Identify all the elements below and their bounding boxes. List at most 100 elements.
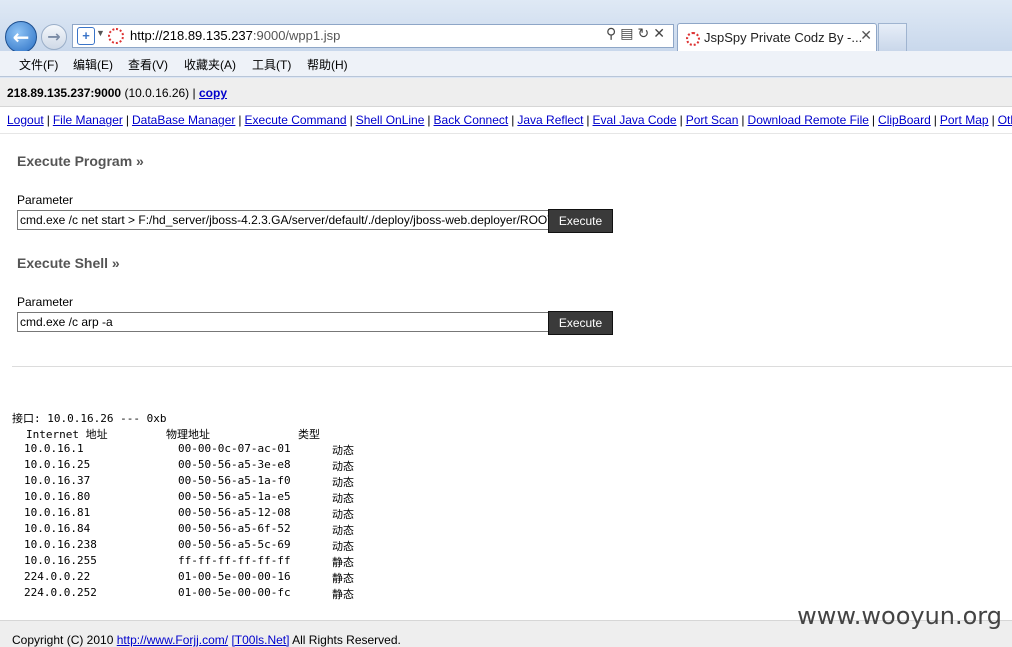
arp-ip: 224.0.0.252: [24, 586, 97, 599]
compat-icon[interactable]: ▤: [620, 26, 637, 42]
nav-links: Logout | File Manager | DataBase Manager | Exe…: [0, 107, 1012, 134]
arp-type: 动态: [332, 524, 354, 537]
nav-download-remote-file[interactable]: Download Remote File: [748, 113, 869, 127]
arp-mac: ff-ff-ff-ff-ff-ff: [178, 554, 291, 567]
nav-others[interactable]: Others: [998, 113, 1012, 127]
nav-database-manager[interactable]: DataBase Manager: [132, 113, 235, 127]
host-address: 218.89.135.237:9000: [7, 86, 122, 100]
nav-port-scan[interactable]: Port Scan: [686, 113, 739, 127]
execute-shell-button[interactable]: Execute: [548, 311, 613, 335]
loading-icon: [108, 28, 124, 44]
shell-parameter-label: Parameter: [17, 295, 74, 309]
arp-ip: 10.0.16.37: [24, 474, 91, 487]
execute-shell-title: Execute Shell »: [17, 255, 120, 271]
menu-edit[interactable]: 编辑(E): [73, 56, 113, 73]
footer-forjj-link[interactable]: http://www.Forjj.com/: [117, 633, 228, 647]
url-text[interactable]: http://218.89.135.237:9000/wpp1.jsp: [130, 28, 340, 43]
arp-mac: 00-00-0c-07-ac-01: [178, 442, 291, 455]
arp-type: 动态: [332, 444, 354, 457]
tab-title: JspSpy Private Codz By -...: [704, 30, 863, 45]
nav-clipboard[interactable]: ClipBoard: [878, 113, 931, 127]
arp-ip: 224.0.0.22: [24, 570, 91, 583]
shield-icon[interactable]: +: [77, 27, 95, 45]
execute-program-button[interactable]: Execute: [548, 209, 613, 233]
header-type: 类型: [298, 428, 320, 441]
arp-mac: 01-00-5e-00-00-fc: [178, 586, 291, 599]
nav-file-manager[interactable]: File Manager: [53, 113, 123, 127]
footer-t00ls-link[interactable]: [T00ls.Net]: [231, 633, 289, 647]
back-button[interactable]: ←: [5, 21, 37, 53]
arp-type: 动态: [332, 508, 354, 521]
arp-type: 静态: [332, 572, 354, 585]
nav-eval-java-code[interactable]: Eval Java Code: [593, 113, 677, 127]
menu-favorites[interactable]: 收藏夹(A): [184, 56, 236, 73]
refresh-icon[interactable]: ↻: [638, 26, 654, 42]
stop-icon[interactable]: ✕: [653, 26, 669, 42]
arp-ip: 10.0.16.255: [24, 554, 97, 567]
divider: [12, 366, 1012, 367]
program-parameter-input[interactable]: cmd.exe /c net start > F:/hd_server/jbos…: [17, 210, 549, 230]
host-bar: 218.89.135.237:9000 (10.0.16.26) | copy: [0, 78, 1012, 107]
nav-links-row: Logout | File Manager | DataBase Manager | Exe…: [7, 113, 1012, 127]
arp-mac: 01-00-5e-00-00-16: [178, 570, 291, 583]
arp-mac: 00-50-56-a5-3e-e8: [178, 458, 291, 471]
arp-type: 静态: [332, 556, 354, 569]
nav-logout[interactable]: Logout: [7, 113, 44, 127]
tab-loading-icon: [686, 32, 700, 46]
menu-file[interactable]: 文件(F): [19, 56, 58, 73]
footer-text: Copyright (C) 2010 http://www.Forjj.com/…: [12, 633, 401, 647]
footer-copyright: Copyright (C) 2010: [12, 633, 114, 647]
copy-link[interactable]: copy: [199, 86, 227, 100]
arp-type: 动态: [332, 492, 354, 505]
arp-ip: 10.0.16.238: [24, 538, 97, 551]
page-content: 218.89.135.237:9000 (10.0.16.26) | copy …: [0, 78, 1012, 647]
nav-port-map[interactable]: Port Map: [940, 113, 989, 127]
address-bar[interactable]: + ▼ http://218.89.135.237:9000/wpp1.jsp …: [72, 24, 674, 48]
browser-titlebar: ← → + ▼ http://218.89.135.237:9000/wpp1.…: [0, 0, 1012, 53]
nav-java-reflect[interactable]: Java Reflect: [517, 113, 583, 127]
menu-tools[interactable]: 工具(T): [252, 56, 291, 73]
host-info: 218.89.135.237:9000 (10.0.16.26) | copy: [7, 86, 227, 100]
arp-ip: 10.0.16.25: [24, 458, 91, 471]
new-tab-button[interactable]: [878, 23, 907, 51]
header-internet-address: Internet 地址: [26, 428, 108, 441]
shell-parameter-input[interactable]: cmd.exe /c arp -a: [17, 312, 549, 332]
url-path: :9000/wpp1.jsp: [252, 28, 341, 43]
browser-chrome: ← → + ▼ http://218.89.135.237:9000/wpp1.…: [0, 0, 1012, 78]
arp-type: 静态: [332, 588, 354, 601]
forward-button[interactable]: →: [41, 24, 67, 50]
arp-mac: 00-50-56-a5-1a-e5: [178, 490, 291, 503]
menu-help[interactable]: 帮助(H): [307, 56, 348, 73]
watermark: www.wooyun.org: [797, 602, 1002, 630]
arp-ip: 10.0.16.1: [24, 442, 84, 455]
arp-ip: 10.0.16.80: [24, 490, 91, 503]
browser-tab-active[interactable]: JspSpy Private Codz By -... ✕: [677, 23, 877, 52]
interface-line: 接口: 10.0.16.26 --- 0xb: [12, 412, 167, 425]
arp-mac: 00-50-56-a5-12-08: [178, 506, 291, 519]
arp-type: 动态: [332, 540, 354, 553]
arp-type: 动态: [332, 476, 354, 489]
header-physical-address: 物理地址: [166, 428, 210, 441]
address-actions[interactable]: ⚲▤↻✕: [606, 26, 669, 42]
nav-shell-online[interactable]: Shell OnLine: [356, 113, 425, 127]
close-icon[interactable]: ✕: [860, 28, 872, 44]
execute-program-title: Execute Program »: [17, 153, 144, 169]
arp-mac: 00-50-56-a5-6f-52: [178, 522, 291, 535]
nav-back-connect[interactable]: Back Connect: [434, 113, 509, 127]
menu-view[interactable]: 查看(V): [128, 56, 168, 73]
footer-rights: All Rights Reserved.: [292, 633, 401, 647]
arp-mac: 00-50-56-a5-1a-f0: [178, 474, 291, 487]
host-separator: |: [192, 86, 196, 100]
program-parameter-label: Parameter: [17, 193, 74, 207]
arp-ip: 10.0.16.84: [24, 522, 91, 535]
chevron-down-icon[interactable]: ▼: [96, 28, 105, 38]
search-icon[interactable]: ⚲: [606, 26, 620, 42]
menu-bar: 文件(F) 编辑(E) 查看(V) 收藏夹(A) 工具(T) 帮助(H): [0, 51, 1012, 77]
arp-mac: 00-50-56-a5-5c-69: [178, 538, 291, 551]
arp-type: 动态: [332, 460, 354, 473]
forward-arrow-icon: →: [47, 27, 61, 46]
back-arrow-icon: ←: [12, 25, 30, 49]
arp-ip: 10.0.16.81: [24, 506, 91, 519]
host-ip: (10.0.16.26): [124, 86, 190, 100]
nav-execute-command[interactable]: Execute Command: [245, 113, 347, 127]
